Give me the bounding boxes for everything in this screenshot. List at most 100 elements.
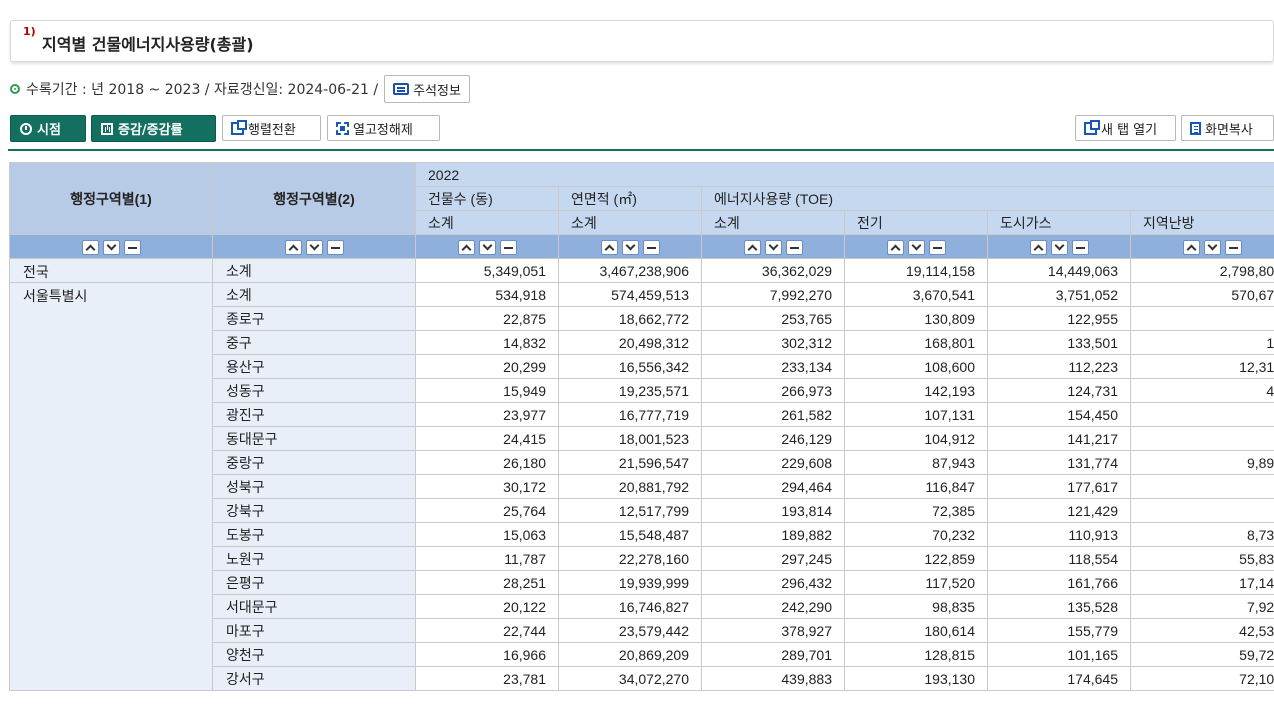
value-cell: 25,764	[415, 498, 559, 523]
collapse-icon[interactable]	[326, 239, 344, 255]
value-cell: 23,781	[415, 666, 559, 691]
value-cell: 122,859	[844, 546, 988, 571]
sort-ascending-icon[interactable]	[743, 239, 761, 255]
value-cell: 193,814	[701, 498, 845, 523]
region-level2-cell: 동대문구	[212, 426, 416, 451]
value-cell: 11,787	[415, 546, 559, 571]
value-cell: 70,232	[844, 522, 988, 547]
sort-descending-icon[interactable]	[621, 239, 639, 255]
value-cell: 30,172	[415, 474, 559, 499]
collapse-icon[interactable]	[785, 239, 803, 255]
value-cell: 121,429	[987, 498, 1131, 523]
value-cell: 439,883	[701, 666, 845, 691]
subheader: 전기	[844, 210, 988, 235]
screen-copy-button[interactable]: 화면복사	[1181, 115, 1274, 141]
value-cell: 130,809	[844, 306, 988, 331]
sort-descending-icon[interactable]	[907, 239, 925, 255]
value-cell: 55,832	[1130, 546, 1274, 571]
value-cell: 2,798,807	[1130, 258, 1274, 283]
subheader: 도시가스	[987, 210, 1131, 235]
region-level2-cell: 종로구	[212, 306, 416, 331]
note-info-button[interactable]: 주석정보	[384, 75, 470, 103]
value-cell: 12,312	[1130, 354, 1274, 379]
change-rate-label: 증감/증감률	[118, 123, 183, 138]
note-info-label: 주석정보	[413, 83, 461, 99]
value-cell: 12,517,799	[558, 498, 702, 523]
pivot-button[interactable]: 행렬전환	[222, 115, 321, 141]
collapse-icon[interactable]	[642, 239, 660, 255]
sort-descending-icon[interactable]	[764, 239, 782, 255]
value-cell: 22,875	[415, 306, 559, 331]
region-level2-cell: 양천구	[212, 642, 416, 667]
value-cell: 19,114,158	[844, 258, 988, 283]
collapse-icon[interactable]	[1225, 239, 1242, 255]
collapse-icon[interactable]	[1071, 239, 1089, 255]
sort-descending-icon[interactable]	[1050, 239, 1068, 255]
value-cell: 19,939,999	[558, 570, 702, 595]
sort-controls-row	[9, 234, 1274, 259]
value-cell: 36,362,029	[701, 258, 845, 283]
value-cell: 20,498,312	[558, 330, 702, 355]
value-cell: 16,746,827	[558, 594, 702, 619]
value-cell: 233,134	[701, 354, 845, 379]
new-tab-button[interactable]: 새 탭 열기	[1075, 115, 1176, 141]
value-cell: 14,832	[415, 330, 559, 355]
collapse-icon[interactable]	[123, 239, 141, 255]
column-controls	[1130, 234, 1274, 259]
value-cell: 266,973	[701, 378, 845, 403]
value-cell: 154,450	[987, 402, 1131, 427]
meta-info: 수록기간 : 년 2018 ~ 2023 / 자료갱신일: 2024-06-21…	[10, 75, 470, 103]
value-cell: 15,548,487	[558, 522, 702, 547]
data-table: 행정구역별(1) 행정구역별(2) 2022 건물수 (동) 연면적 (㎡) 에…	[9, 162, 1274, 691]
value-cell: 15,063	[415, 522, 559, 547]
sort-ascending-icon[interactable]	[81, 239, 99, 255]
sort-ascending-icon[interactable]	[1029, 239, 1047, 255]
title-bar: 1) 지역별 건물에너지사용량(총괄)	[10, 20, 1274, 62]
sort-ascending-icon[interactable]	[284, 239, 302, 255]
value-cell: 574,459,513	[558, 282, 702, 307]
value-cell: 180,614	[844, 618, 988, 643]
value-cell: 19,235,571	[558, 378, 702, 403]
sort-ascending-icon[interactable]	[1183, 239, 1200, 255]
value-cell: 117,520	[844, 570, 988, 595]
change-rate-button[interactable]: 증감/증감률	[91, 115, 216, 142]
value-cell: 0	[1130, 474, 1274, 499]
region-level2-cell: 도봉구	[212, 522, 416, 547]
sort-descending-icon[interactable]	[305, 239, 323, 255]
region-level1-cell: 전국	[9, 258, 213, 283]
sort-ascending-icon[interactable]	[886, 239, 904, 255]
column-controls	[844, 234, 988, 259]
table-row: 서울특별시 소계 534,918 574,459,513 7,992,270 3,670,…	[9, 282, 1274, 691]
value-cell: 22,744	[415, 618, 559, 643]
subheader: 소계	[558, 210, 702, 235]
value-cell: 107,131	[844, 402, 988, 427]
value-cell: 21,596,547	[558, 450, 702, 475]
sort-ascending-icon[interactable]	[457, 239, 475, 255]
value-cell: 104,912	[844, 426, 988, 451]
unfix-column-button[interactable]: 열고정해제	[327, 115, 440, 141]
value-cell: 246,129	[701, 426, 845, 451]
timepoint-button[interactable]: 시점	[10, 115, 86, 142]
value-cell: 168,801	[844, 330, 988, 355]
value-cell: 0	[1130, 402, 1274, 427]
external-link-icon	[1084, 119, 1100, 135]
value-cell: 112,223	[987, 354, 1131, 379]
value-cell: 18,001,523	[558, 426, 702, 451]
collapse-icon[interactable]	[928, 239, 946, 255]
value-cell: 142,193	[844, 378, 988, 403]
value-cell: 133,501	[987, 330, 1131, 355]
value-cell: 72,108	[1130, 666, 1274, 691]
value-cell: 0	[1130, 306, 1274, 331]
value-cell: 116,847	[844, 474, 988, 499]
sort-descending-icon[interactable]	[1204, 239, 1221, 255]
sort-descending-icon[interactable]	[102, 239, 120, 255]
value-cell: 42,534	[1130, 618, 1274, 643]
value-cell: 48	[1130, 378, 1274, 403]
sort-ascending-icon[interactable]	[600, 239, 618, 255]
collapse-icon[interactable]	[499, 239, 517, 255]
target-circle-icon	[10, 84, 20, 94]
sort-descending-icon[interactable]	[478, 239, 496, 255]
value-cell: 23,579,442	[558, 618, 702, 643]
value-cell: 59,721	[1130, 642, 1274, 667]
value-cell: 101,165	[987, 642, 1131, 667]
